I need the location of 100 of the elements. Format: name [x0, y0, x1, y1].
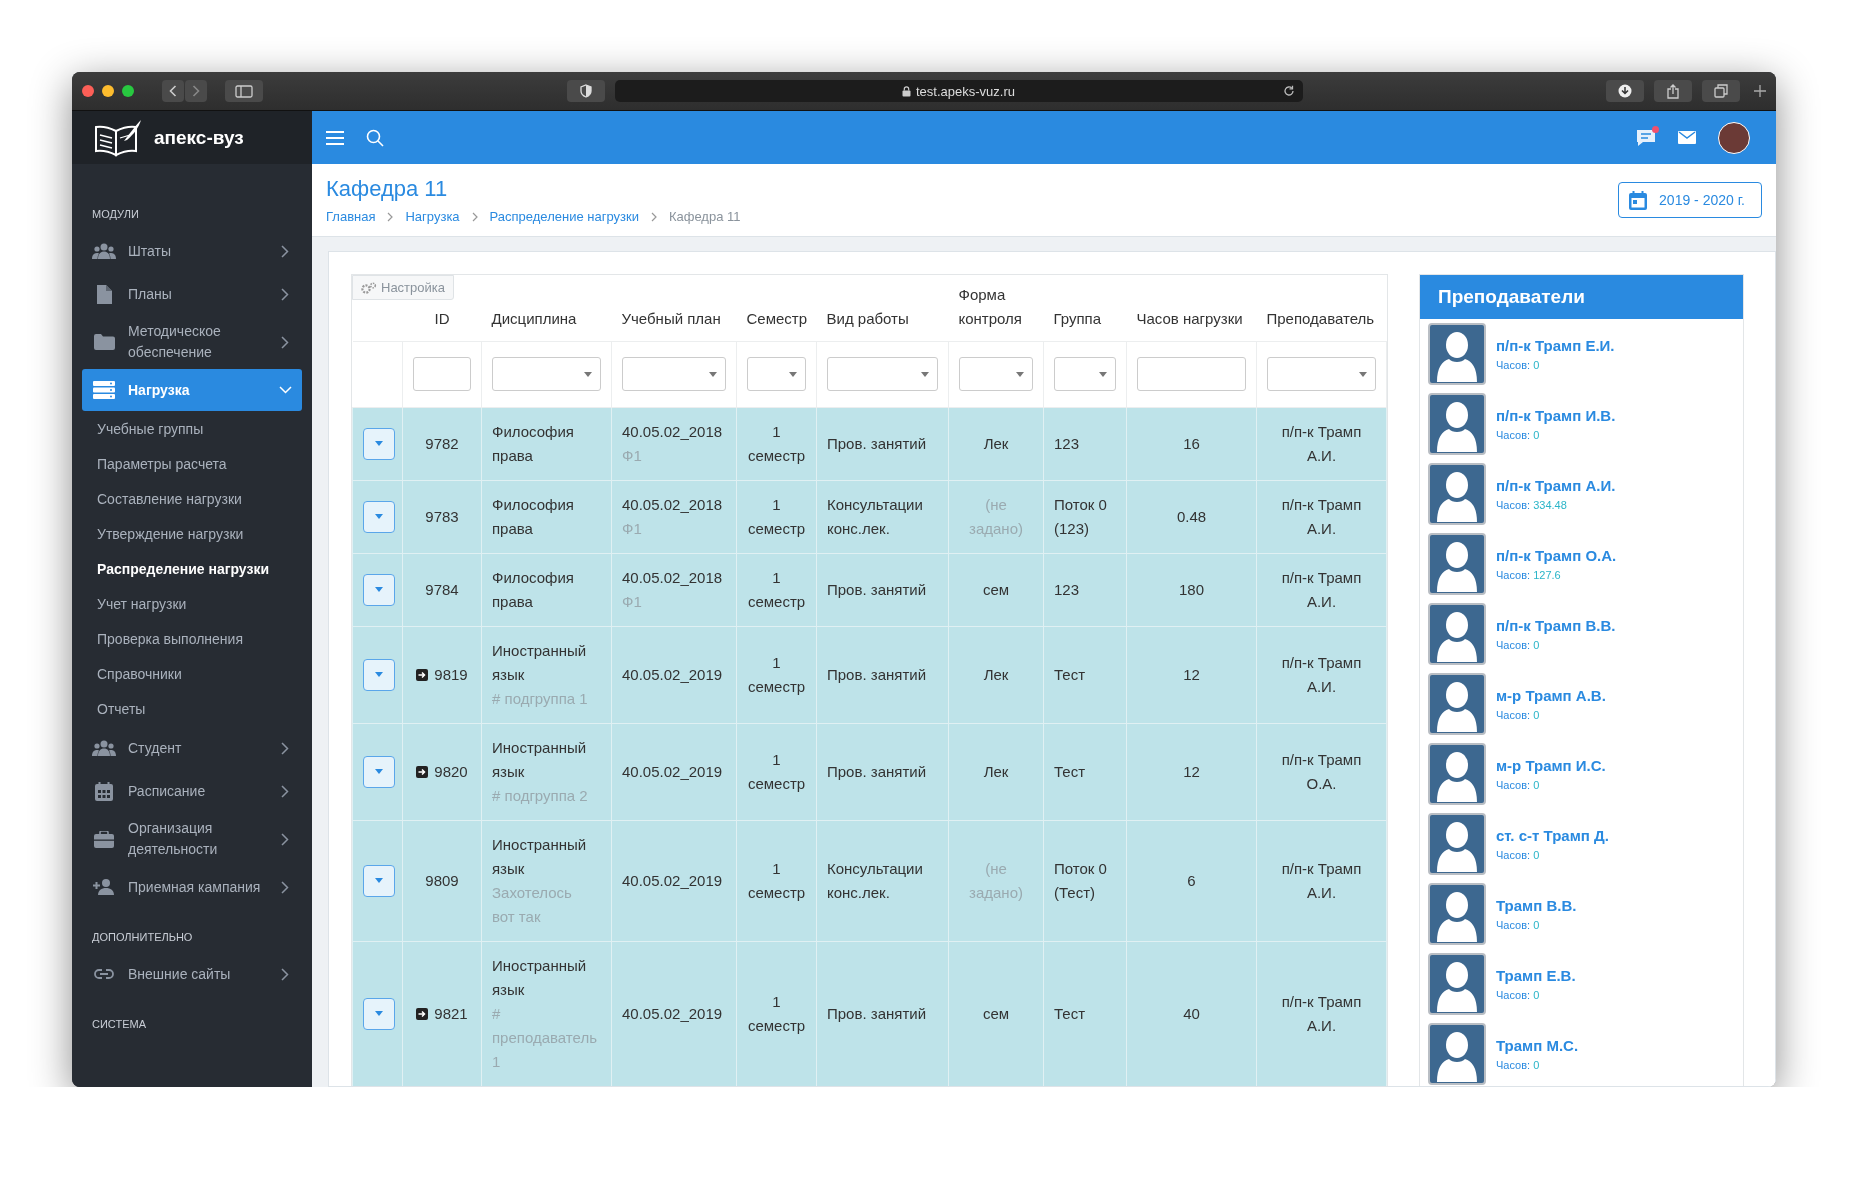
column-header[interactable]: Семестр [746, 306, 808, 331]
share-button[interactable] [1654, 80, 1692, 102]
sidebar-item[interactable]: Нагрузка [82, 369, 302, 411]
forward-button[interactable] [185, 80, 207, 102]
hours-label: Часов: [1496, 1059, 1531, 1071]
group-text: Поток 0 (Тест) [1054, 859, 1107, 901]
hours-text: 180 [1179, 580, 1204, 598]
group-text: Тест [1054, 762, 1086, 780]
column-header[interactable]: ID [434, 306, 450, 331]
menu-icon[interactable] [326, 130, 344, 145]
sidebar-item[interactable]: Внешние сайты [82, 953, 302, 995]
caret-icon [375, 672, 383, 677]
sidebar-subitem[interactable]: Распределение нагрузки [82, 552, 302, 587]
reload-icon[interactable] [1282, 85, 1295, 97]
teacher-name[interactable]: п/п-к Трамп В.В. [1496, 617, 1616, 634]
search-icon[interactable] [366, 128, 384, 147]
filter-dropdown[interactable] [622, 357, 726, 391]
discipline-note: # подгруппа 2 [492, 785, 589, 806]
control-form-text: Лек [983, 665, 1009, 683]
mail-icon[interactable] [1678, 131, 1696, 144]
semester-text: 1 семестр [747, 653, 806, 695]
row-menu-button[interactable] [363, 573, 395, 606]
teacher-name[interactable]: п/п-к Трамп А.И. [1496, 477, 1616, 494]
column-header[interactable]: Вид работы [826, 306, 909, 331]
sidebar-subitem[interactable]: Утверждение нагрузки [82, 517, 302, 552]
back-button[interactable] [162, 80, 184, 102]
tabs-button[interactable] [1702, 80, 1740, 102]
row-menu-button[interactable] [363, 500, 395, 533]
column-header[interactable]: Форма контроля [958, 282, 1034, 331]
sidebar-subitem[interactable]: Отчеты [82, 692, 302, 727]
briefcase-icon [94, 830, 114, 848]
teacher-name[interactable]: п/п-к Трамп О.А. [1496, 547, 1617, 564]
row-menu-button[interactable] [363, 864, 395, 897]
teacher-name[interactable]: м-р Трамп А.В. [1496, 687, 1606, 704]
sidebar-item[interactable]: Расписание [82, 770, 302, 812]
sidebar-item[interactable]: Методическое обеспечение [82, 316, 302, 368]
users-icon [92, 243, 116, 259]
chevron-right-icon [281, 335, 289, 349]
teacher-name[interactable]: м-р Трамп И.С. [1496, 757, 1606, 774]
filter-dropdown[interactable] [959, 357, 1033, 391]
chevron-right-icon [471, 211, 478, 222]
filter-dropdown[interactable] [1054, 357, 1116, 391]
work-type-text: Пров. занятий [827, 1004, 927, 1022]
group-text: 123 [1054, 434, 1080, 452]
hours-value: 0 [1533, 429, 1540, 441]
hours-text: 12 [1183, 665, 1200, 683]
new-tab-icon[interactable] [1754, 85, 1766, 97]
teacher-name[interactable]: Трамп Е.В. [1496, 967, 1576, 984]
avatar-silhouette [1428, 323, 1486, 385]
teacher-name[interactable]: Трамп В.В. [1496, 897, 1577, 914]
filter-dropdown[interactable] [747, 357, 806, 391]
sidebar-item[interactable]: Студент [82, 727, 302, 769]
filter-dropdown[interactable] [492, 357, 601, 391]
plan-note: Ф1 [622, 445, 643, 466]
teacher-text: п/п-к Трамп А.И. [1281, 653, 1362, 695]
sidebar-item[interactable]: Штаты [82, 230, 302, 272]
plan-text: 40.05.02_2019 [622, 1004, 723, 1022]
teacher-name[interactable]: Трамп М.С. [1496, 1037, 1579, 1054]
sidebar-item[interactable]: Организация деятельности [82, 813, 302, 865]
chat-icon[interactable] [1636, 128, 1656, 147]
user-avatar[interactable] [1718, 121, 1750, 154]
teacher-name[interactable]: п/п-к Трамп И.В. [1496, 407, 1616, 424]
row-menu-button[interactable] [363, 755, 395, 788]
sidebar-toggle-button[interactable] [225, 80, 263, 102]
row-menu-button[interactable] [363, 427, 395, 460]
sidebar-subitem[interactable]: Параметры расчета [82, 447, 302, 482]
filter-dropdown[interactable] [1267, 357, 1376, 391]
column-header[interactable]: Группа [1053, 306, 1102, 331]
address-bar[interactable]: test.apeks-vuz.ru [614, 80, 1303, 102]
column-header[interactable]: Дисциплина [491, 306, 577, 331]
filter-field[interactable] [413, 357, 471, 391]
shield-button[interactable] [566, 80, 605, 102]
row-menu-button[interactable] [363, 658, 395, 691]
breadcrumb-link[interactable]: Нагрузка [405, 209, 460, 224]
sidebar-subitem[interactable]: Проверка выполнения [82, 622, 302, 657]
sidebar-item[interactable]: Приемная кампания [82, 866, 302, 908]
column-header[interactable]: Преподаватель [1266, 306, 1375, 331]
teacher-name[interactable]: ст. с-т Трамп Д. [1496, 827, 1609, 844]
download-button[interactable] [1606, 80, 1644, 102]
hours-label: Часов: [1496, 639, 1531, 651]
hours-value: 0 [1533, 1059, 1540, 1071]
semester-text: 1 семестр [747, 568, 806, 610]
sidebar-item[interactable]: Планы [82, 273, 302, 315]
teacher-name[interactable]: п/п-к Трамп Е.И. [1496, 337, 1615, 354]
row-menu-button[interactable] [363, 997, 395, 1030]
sidebar-subitem[interactable]: Составление нагрузки [82, 482, 302, 517]
hours-value: 0 [1533, 849, 1540, 861]
breadcrumb-link[interactable]: Главная [326, 209, 376, 224]
sidebar-subitem[interactable]: Учебные группы [82, 412, 302, 447]
filter-dropdown[interactable] [827, 357, 938, 391]
column-header[interactable]: Учебный план [621, 306, 721, 331]
breadcrumb-link[interactable]: Распределение нагрузки [489, 209, 639, 224]
plan-note: Ф1 [622, 591, 643, 612]
control-form-text: (не задано) [969, 495, 1023, 537]
sidebar-subitem[interactable]: Справочники [82, 657, 302, 692]
plan-text: 40.05.02_2019 [622, 762, 723, 780]
year-button[interactable]: 2019 - 2020 г. [1618, 182, 1762, 218]
sidebar-subitem[interactable]: Учет нагрузки [82, 587, 302, 622]
column-header[interactable]: Часов нагрузки [1136, 306, 1243, 331]
filter-field[interactable] [1137, 357, 1246, 391]
